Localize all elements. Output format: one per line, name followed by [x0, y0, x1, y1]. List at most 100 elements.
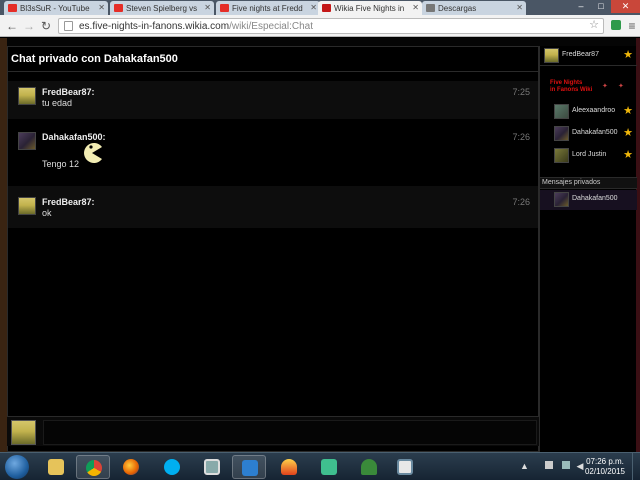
- close-icon[interactable]: ✕: [204, 3, 211, 12]
- back-button[interactable]: ←: [4, 18, 20, 34]
- close-icon[interactable]: ✕: [412, 3, 419, 12]
- reload-button[interactable]: ↻: [38, 18, 54, 34]
- menu-icon[interactable]: ≡: [624, 18, 640, 34]
- taskbar-app-tree[interactable]: [352, 455, 386, 479]
- avatar[interactable]: [18, 132, 36, 150]
- tab-youtube-bl3ssur[interactable]: Bl3sSuR - YouTube ✕: [4, 1, 108, 15]
- youtube-icon: [220, 4, 229, 12]
- message-text: ok: [42, 208, 52, 218]
- taskbar-skype[interactable]: [155, 455, 189, 479]
- close-icon[interactable]: ✕: [310, 3, 317, 12]
- close-icon[interactable]: ✕: [98, 3, 105, 12]
- flame-icon: [281, 459, 297, 475]
- taskbar-app-flame[interactable]: [272, 455, 306, 479]
- user-name: Aleexaandroo: [572, 107, 616, 114]
- start-button[interactable]: [5, 455, 29, 479]
- clock-time: 07:26 p.m.: [586, 457, 624, 466]
- taskbar-explorer[interactable]: [39, 455, 73, 479]
- clock-date: 02/10/2015: [584, 467, 626, 476]
- browser-toolbar: ← → ↻ es.five-nights-in-fanons.wikia.com…: [0, 15, 640, 37]
- tab-label: Descargas: [438, 4, 477, 13]
- message-time: 7:25: [512, 87, 530, 97]
- url-path: /wiki/Especial:Chat: [229, 21, 313, 32]
- close-icon[interactable]: ✕: [516, 3, 523, 12]
- user-name: Dahakafan500: [572, 195, 618, 202]
- user-list-item[interactable]: Lord Justin ★: [540, 146, 637, 166]
- network-icon[interactable]: [561, 461, 570, 469]
- close-window-button[interactable]: ✕: [611, 0, 640, 13]
- tab-steven-spielberg[interactable]: Steven Spielberg vs ✕: [110, 1, 214, 15]
- chrome-icon: [86, 460, 102, 476]
- my-avatar: [11, 420, 36, 445]
- chat-message-input[interactable]: [43, 420, 537, 445]
- message-author[interactable]: FredBear87:: [42, 197, 95, 207]
- user-name: Dahakafan500: [572, 129, 618, 136]
- user-name: Lord Justin: [572, 151, 607, 158]
- clock[interactable]: 07:26 p.m. 02/10/2015: [583, 457, 627, 477]
- star-icon: ★: [623, 49, 633, 61]
- tab-strip: Bl3sSuR - YouTube ✕ Steven Spielberg vs …: [0, 0, 640, 16]
- star-icon: ★: [623, 127, 633, 139]
- sparkle-icon: ✦: [618, 83, 624, 90]
- wiki-logo-line2: in Fanons Wiki: [550, 87, 593, 93]
- user-list-item[interactable]: Dahakafan500 ★: [540, 124, 637, 144]
- youtube-icon: [8, 4, 17, 12]
- bookmark-star-icon[interactable]: ☆: [589, 19, 599, 32]
- tab-label: Bl3sSuR - YouTube: [20, 4, 90, 13]
- tray-expand-icon[interactable]: ▲: [520, 461, 529, 471]
- taskbar-app-monitor[interactable]: [195, 455, 229, 479]
- url-host: es.five-nights-in-fanons.wikia.com: [79, 21, 230, 32]
- avatar[interactable]: [18, 87, 36, 105]
- minimize-button[interactable]: –: [571, 0, 591, 13]
- tab-label: Steven Spielberg vs: [126, 4, 198, 13]
- tab-label: Five nights at Fredd: [232, 4, 303, 13]
- user-name: FredBear87: [562, 51, 599, 58]
- show-desktop-button[interactable]: [632, 453, 640, 480]
- extension-icon[interactable]: [608, 18, 624, 34]
- wikia-icon: [322, 4, 331, 12]
- taskbar-chrome[interactable]: [76, 455, 110, 479]
- forward-button[interactable]: →: [21, 18, 37, 34]
- wiki-logo-line1: Five Nights: [550, 80, 583, 86]
- wiki-logo: Five Nights in Fanons Wiki: [550, 80, 592, 94]
- tab-wikia-five-nights[interactable]: Wikia Five Nights in ✕: [318, 1, 422, 16]
- chat-message: Dahakafan500: Tengo 12 7:26: [8, 127, 538, 179]
- flag-icon[interactable]: [545, 461, 554, 469]
- system-tray: ▲ ◀: [520, 461, 583, 472]
- star-icon: ★: [623, 105, 633, 117]
- chat-title: Chat privado con Dahakafan500: [8, 47, 538, 72]
- private-chat-item[interactable]: Dahakafan500: [540, 190, 637, 210]
- window-icon: [397, 459, 413, 475]
- background-art-right: [636, 38, 640, 452]
- background-art-left: [0, 38, 7, 452]
- message-text: Tengo 12: [42, 159, 80, 169]
- skype-icon: [164, 459, 180, 475]
- taskbar-app-green[interactable]: [312, 455, 346, 479]
- taskbar-app-window[interactable]: [388, 455, 422, 479]
- folder-icon: [48, 459, 64, 475]
- sparkle-icon: ✦: [602, 83, 608, 90]
- app-icon: [242, 460, 258, 476]
- user-list-item[interactable]: Aleexaandroo ★: [540, 102, 637, 122]
- chat-message: FredBear87: tu edad 7:25: [8, 81, 538, 119]
- tab-five-nights-freddy[interactable]: Five nights at Fredd ✕: [216, 1, 320, 15]
- avatar: [554, 148, 569, 163]
- maximize-button[interactable]: □: [591, 0, 611, 13]
- taskbar-firefox[interactable]: [114, 455, 148, 479]
- app-icon: [321, 459, 337, 475]
- chat-user-list: FredBear87 ★ Five Nights in Fanons Wiki …: [539, 46, 637, 452]
- message-author[interactable]: FredBear87:: [42, 87, 95, 97]
- current-user[interactable]: FredBear87 ★: [540, 46, 637, 66]
- message-time: 7:26: [512, 197, 530, 207]
- avatar: [554, 104, 569, 119]
- tree-icon: [361, 459, 377, 475]
- address-bar[interactable]: es.five-nights-in-fanons.wikia.com/wiki/…: [58, 18, 604, 34]
- avatar[interactable]: [18, 197, 36, 215]
- desktop: Bl3sSuR - YouTube ✕ Steven Spielberg vs …: [0, 0, 640, 480]
- taskbar-app-blue[interactable]: [232, 455, 266, 479]
- avatar: [554, 192, 569, 207]
- tab-descargas[interactable]: Descargas ✕: [422, 1, 526, 15]
- message-time: 7:26: [512, 132, 530, 142]
- youtube-icon: [114, 4, 123, 12]
- chat-message: FredBear87: ok 7:26: [8, 186, 538, 228]
